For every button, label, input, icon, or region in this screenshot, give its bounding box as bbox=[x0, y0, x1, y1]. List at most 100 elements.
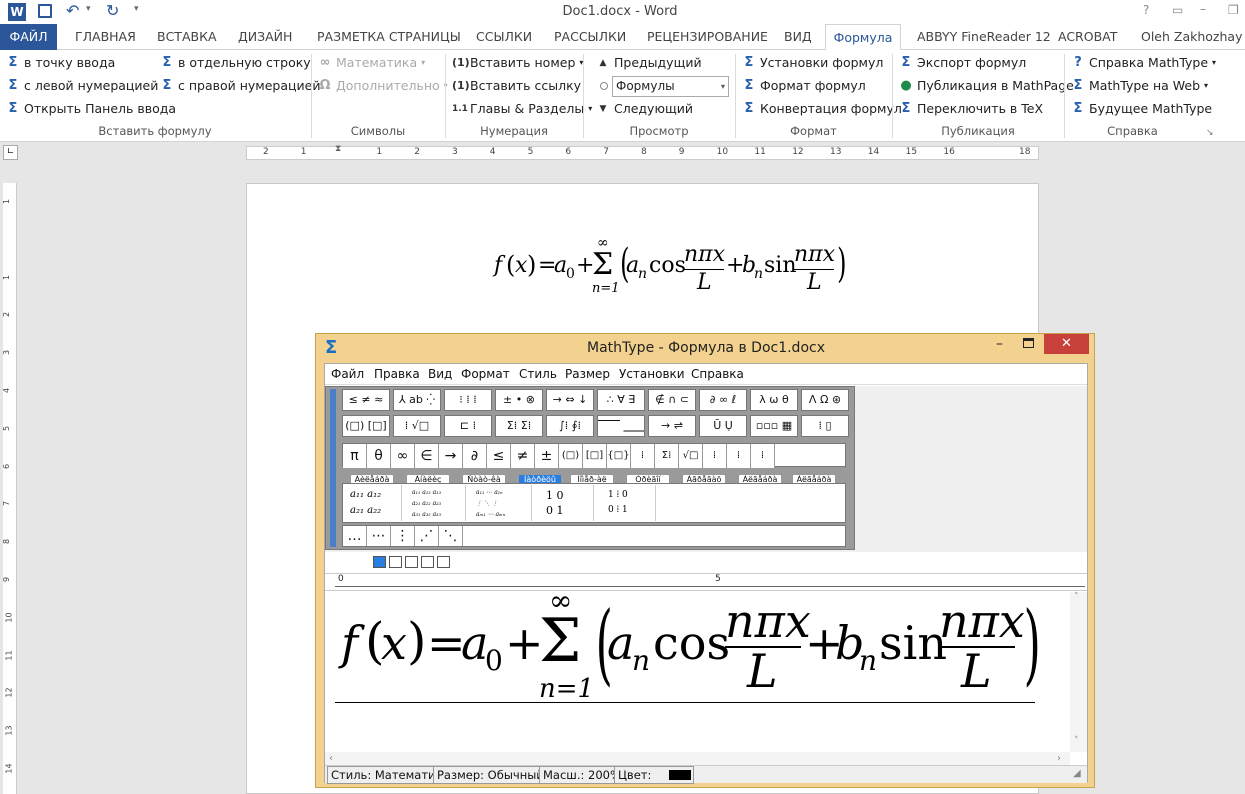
ribbon-tabs: ФАЙЛ ГЛАВНАЯ ВСТАВКА ДИЗАЙН РАЗМЕТКА СТР… bbox=[0, 24, 1245, 51]
formula-format-button[interactable]: Σ Формат формул bbox=[742, 76, 866, 96]
insert-left-numbered-button[interactable]: Σс левой нумерацией bbox=[6, 76, 159, 96]
math-symbols-button[interactable]: ∞ Математика ▾ bbox=[318, 53, 426, 73]
vruler-label: 4 bbox=[2, 387, 12, 394]
close-icon[interactable]: ✕ bbox=[1044, 334, 1089, 354]
resize-grip-icon[interactable]: ◢ bbox=[1073, 768, 1081, 779]
previous-button[interactable]: ▲ Предыдущий bbox=[596, 53, 702, 73]
dropdown-icon[interactable]: ▾ bbox=[86, 4, 91, 14]
customize-qat-icon[interactable]: ▾ bbox=[134, 4, 139, 14]
title-bar: W ↶ ▾ ↻ ▾ Doc1.docx - Word ? ▭ – ❐ bbox=[0, 0, 1245, 24]
identity-matrix-template[interactable]: 1 00 1 bbox=[538, 485, 594, 521]
group-label-numbering: Нумерация bbox=[480, 124, 548, 138]
tab-insert[interactable]: ВСТАВКА bbox=[157, 24, 217, 50]
editor-equation[interactable]: f ( x ) = a 0 + ∞ Σ n=1 ( a n cos nπx L … bbox=[335, 584, 1041, 704]
dots-button-4[interactable]: ⋱ bbox=[439, 526, 463, 546]
matrix-2x2-template[interactable]: a₁₁ a₁₂ a₂₁ a₂₂ bbox=[346, 485, 402, 521]
minimize-icon[interactable]: – bbox=[996, 336, 1003, 352]
tab-layout[interactable]: РАЗМЕТКА СТРАНИЦЫ bbox=[317, 24, 461, 50]
dots-button-3[interactable]: ⋰ bbox=[415, 526, 439, 546]
toggle-tex-button[interactable]: Σ Переключить в TeX bbox=[899, 99, 1043, 119]
formula-settings-button[interactable]: Σ Установки формул bbox=[742, 53, 884, 73]
chapters-sections-button[interactable]: 1.1 Главы & Разделы ▾ bbox=[452, 99, 592, 119]
matrix-nxn-template[interactable]: a₁₁ ⋯ a₁ₙ ⋮ ⋱ ⋮ aₘ₁ ⋯ aₘₙ bbox=[472, 485, 532, 521]
dots-button-1[interactable]: ⋯ bbox=[367, 526, 391, 546]
menu-style[interactable]: Стиль bbox=[519, 367, 557, 381]
mathtype-web-button[interactable]: Σ MathType на Web ▾ bbox=[1071, 76, 1208, 96]
menu-settings[interactable]: Установки bbox=[619, 367, 685, 381]
sigma-format-icon: Σ bbox=[744, 78, 754, 93]
tab-abbyy[interactable]: ABBYY FineReader 12 bbox=[917, 24, 1051, 50]
word-icon[interactable]: W bbox=[8, 3, 26, 21]
mathtype-ruler[interactable]: 0 5 bbox=[325, 573, 1087, 591]
dialog-launcher-icon[interactable]: ↘ bbox=[1206, 128, 1214, 138]
menu-edit[interactable]: Правка bbox=[374, 367, 420, 381]
vruler-label: 1 bbox=[2, 198, 12, 205]
mathtype-window[interactable]: Σ MathType - Формула в Doc1.docx – ✕ Фай… bbox=[315, 333, 1095, 788]
tab-mailings[interactable]: РАССЫЛКИ bbox=[554, 24, 626, 50]
insert-display-button[interactable]: Σв отдельную строку bbox=[160, 53, 311, 73]
tab-design[interactable]: ДИЗАЙН bbox=[238, 24, 292, 50]
open-input-panel-button[interactable]: Σ Открыть Панель ввода bbox=[6, 99, 177, 119]
tab-file[interactable]: ФАЙЛ bbox=[0, 24, 57, 50]
insert-inline-button[interactable]: Σв точку ввода bbox=[6, 53, 116, 73]
small-button-icon[interactable] bbox=[405, 556, 418, 568]
tab-review[interactable]: РЕЦЕНЗИРОВАНИЕ bbox=[647, 24, 768, 50]
restore-icon[interactable]: ❐ bbox=[1228, 3, 1239, 17]
small-button-icon[interactable] bbox=[437, 556, 450, 568]
diagonal-matrix-template[interactable]: 1 ⁞ 00 ⁞ 1 bbox=[600, 485, 656, 521]
tab-acrobat[interactable]: ACROBAT bbox=[1058, 24, 1117, 50]
menu-size[interactable]: Размер bbox=[565, 367, 610, 381]
radio-icon[interactable] bbox=[600, 82, 608, 90]
publish-mathpage-button[interactable]: ● Публикация в MathPage bbox=[899, 76, 1074, 96]
tab-formula[interactable]: Формула bbox=[825, 24, 901, 51]
group-label-publish: Публикация bbox=[941, 124, 1015, 138]
small-button-icon[interactable] bbox=[389, 556, 402, 568]
mathtype-help-button[interactable]: ? Справка MathType ▾ bbox=[1071, 53, 1216, 73]
horizontal-ruler[interactable]: 2 1 1 2 3 4 5 6 7 8 9 10 11 12 13 14 15 16 18 bbox=[246, 146, 1039, 160]
maximize-icon[interactable] bbox=[1023, 338, 1034, 348]
indent-marker-icon[interactable]: ⧗ bbox=[335, 144, 341, 154]
minimize-icon[interactable]: – bbox=[1200, 2, 1206, 16]
future-mathtype-button[interactable]: Σ Будущее MathType bbox=[1071, 99, 1213, 119]
vertical-scrollbar[interactable]: ˄ ˅ bbox=[1070, 592, 1087, 752]
menu-help[interactable]: Справка bbox=[691, 367, 744, 381]
color-swatch[interactable] bbox=[669, 770, 691, 780]
ruler-label: 2 bbox=[414, 147, 420, 157]
tab-selector-icon[interactable]: ∟ bbox=[3, 145, 18, 160]
matrix-3x3-template[interactable]: a₁₁ a₁₂ a₁₃ a₂₁ a₂₂ a₂₃ a₃₁ a₃₂ a₃₃ bbox=[408, 485, 466, 521]
dots-button-2[interactable]: ⋮ bbox=[391, 526, 415, 546]
small-button-icon[interactable] bbox=[373, 556, 386, 568]
scroll-left-icon[interactable]: ‹ bbox=[329, 753, 333, 764]
user-name[interactable]: Oleh Zakhozhay bbox=[1141, 24, 1242, 50]
scroll-right-icon[interactable]: › bbox=[1057, 753, 1061, 764]
export-formulas-button[interactable]: Σ Экспорт формул bbox=[899, 53, 1027, 73]
redo-icon[interactable]: ↻ bbox=[106, 1, 119, 20]
next-button[interactable]: ▼ Следующий bbox=[596, 99, 693, 119]
insert-number-button[interactable]: (1) Вставить номер ▾ bbox=[452, 53, 583, 73]
formula-convert-button[interactable]: Σ Конвертация формул bbox=[742, 99, 902, 119]
scroll-up-icon[interactable]: ˄ bbox=[1074, 592, 1079, 602]
undo-icon[interactable]: ↶ bbox=[66, 1, 79, 20]
tab-references[interactable]: ССЫЛКИ bbox=[476, 24, 532, 50]
tab-home[interactable]: ГЛАВНАЯ bbox=[75, 24, 136, 50]
vruler-label: 8 bbox=[2, 539, 12, 545]
ribbon-display-icon[interactable]: ▭ bbox=[1172, 3, 1183, 17]
tab-view[interactable]: ВИД bbox=[784, 24, 812, 50]
dots-button-0[interactable]: … bbox=[343, 526, 367, 546]
document-equation[interactable]: f ( x ) = a 0 + ∞ Σ n=1 ( a n cos nπx L … bbox=[492, 235, 852, 299]
chapters-icon: 1.1 bbox=[452, 104, 468, 114]
insert-right-numbered-button[interactable]: Σс правой нумерацией bbox=[160, 76, 321, 96]
scroll-down-icon[interactable]: ˅ bbox=[1074, 736, 1079, 746]
vruler-label: 3 bbox=[2, 350, 12, 356]
save-icon[interactable] bbox=[38, 4, 52, 18]
equation-editor[interactable]: f ( x ) = a 0 + ∞ Σ n=1 ( a n cos nπx L … bbox=[325, 584, 1087, 772]
small-button-icon[interactable] bbox=[421, 556, 434, 568]
menu-view[interactable]: Вид bbox=[428, 367, 452, 381]
menu-format[interactable]: Формат bbox=[461, 367, 510, 381]
menu-file[interactable]: Файл bbox=[331, 367, 364, 381]
insert-reference-button[interactable]: (1) Вставить ссылку bbox=[452, 76, 581, 96]
vertical-ruler[interactable]: 1 1 2 3 4 5 6 7 8 9 10 11 12 13 14 bbox=[2, 183, 17, 794]
formula-type-select[interactable]: Формулы ▾ bbox=[612, 76, 729, 97]
help-icon[interactable]: ? bbox=[1143, 3, 1149, 17]
extra-symbols-button[interactable]: ΩДополнительно▾ bbox=[318, 76, 447, 96]
